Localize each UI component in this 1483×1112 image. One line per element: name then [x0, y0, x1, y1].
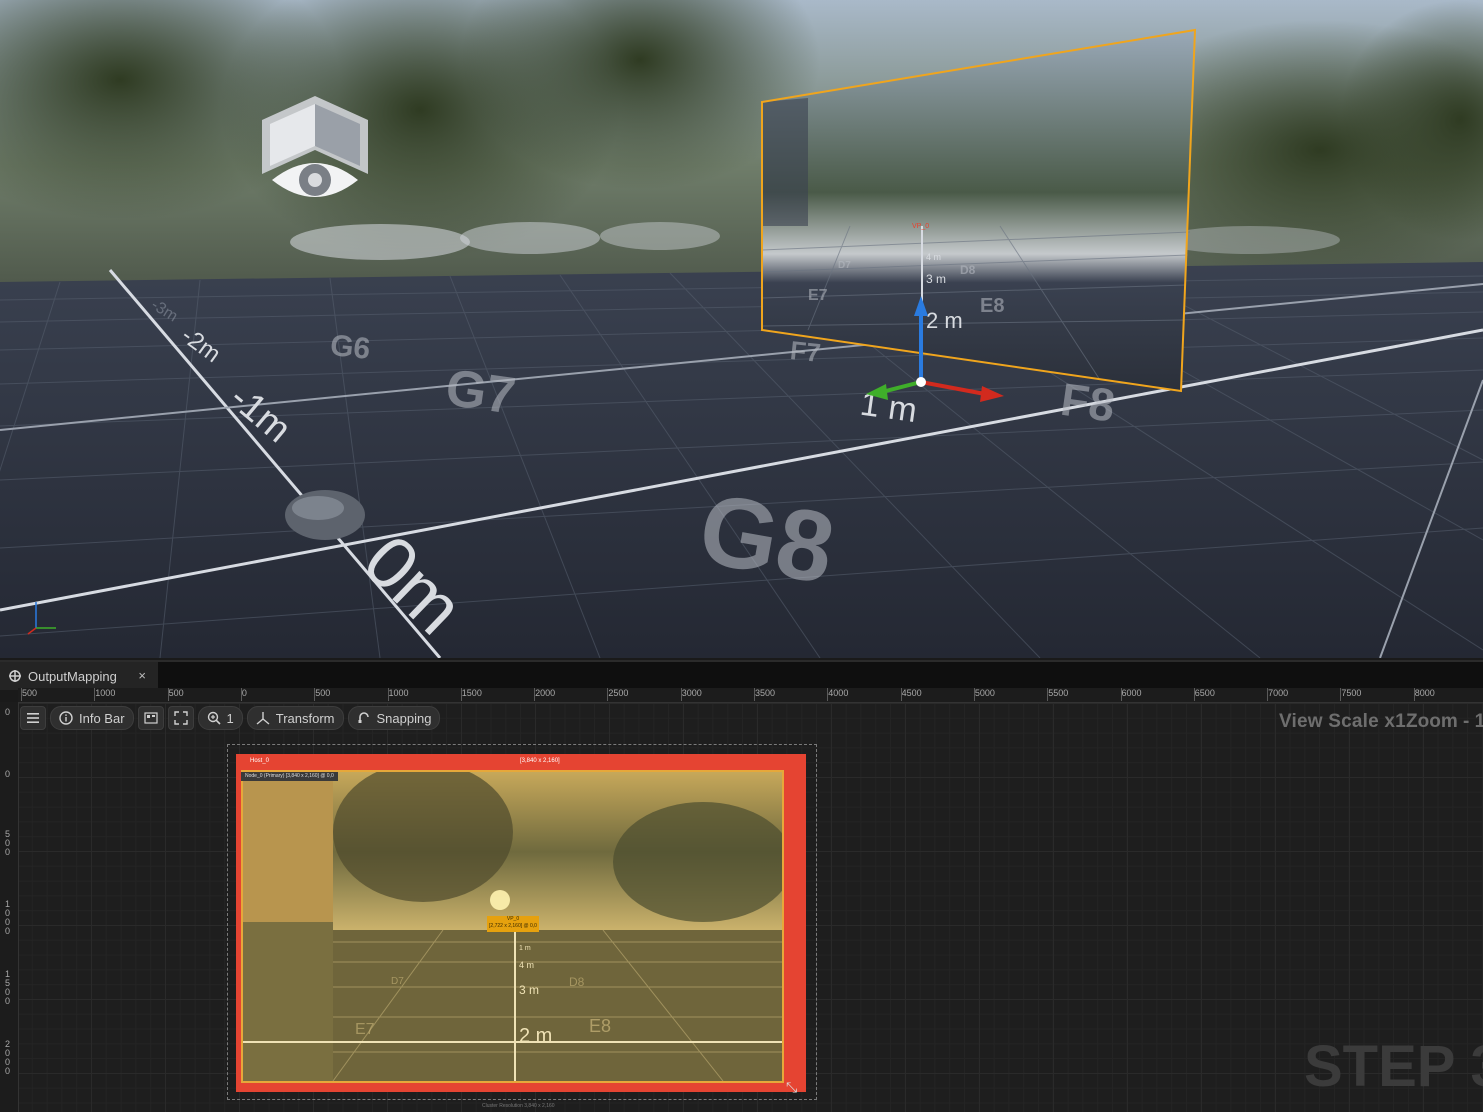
cell-label-g7: G7 — [442, 359, 519, 426]
screen-cell-e8: E8 — [980, 295, 1004, 317]
ruler-h-tick: 6000 — [1120, 688, 1142, 701]
ruler-h-tick: 4500 — [900, 688, 922, 701]
ruler-h-tick: 5500 — [1047, 688, 1069, 701]
viewport-scene: G8 G7 G6 F8 F7 0m -1m -2m -3m 1 m 2 m 3 … — [0, 0, 1483, 658]
screen-label-2m: 2 m — [926, 308, 963, 333]
output-mapping-icon — [9, 670, 21, 682]
zoom-icon — [207, 711, 221, 725]
cell-label-f7: F7 — [789, 335, 822, 368]
resize-handle-icon[interactable]: ⤡ — [786, 1079, 804, 1097]
ruler-v-tick: 2000 — [5, 1039, 11, 1076]
screen-vp-label: VP_0 — [912, 223, 929, 230]
ruler-h-tick: 7000 — [1267, 688, 1289, 701]
cell-label-g8: G8 — [691, 472, 842, 605]
ruler-h-tick: 7500 — [1340, 688, 1362, 701]
screen-cell-d7: D7 — [838, 260, 851, 271]
viewport-badge[interactable]: VP_0 [2,722 x 2,160] @ 0,0 — [487, 916, 539, 932]
ruler-h-tick: 4000 — [827, 688, 849, 701]
preview-label-4m: 4 m — [519, 960, 534, 970]
output-mapping-toolbar: Info Bar 1 Transform Snapping — [20, 706, 441, 730]
screen-label-4m: 4 m — [926, 252, 941, 262]
ruler-h-tick: 2000 — [534, 688, 556, 701]
ruler-h-tick: 1000 — [387, 688, 409, 701]
ruler-h-tick: 500 — [20, 688, 38, 701]
ruler-v-tick: 500 — [5, 829, 11, 857]
node-name: Node_0 (Primary) — [245, 773, 285, 779]
cell-label-g6: G6 — [329, 329, 372, 366]
tab-output-mapping[interactable]: OutputMapping × — [0, 662, 158, 690]
info-bar-button[interactable]: Info Bar — [50, 706, 134, 730]
ruler-h-tick: 500 — [167, 688, 184, 701]
zoom-value: 1 — [226, 710, 234, 726]
ruler-h-tick: 0 — [240, 688, 247, 701]
level-viewport[interactable]: G8 G7 G6 F8 F7 0m -1m -2m -3m 1 m 2 m 3 … — [0, 0, 1483, 658]
preview-cell-d8: D8 — [569, 975, 585, 989]
host-resolution: [3,840 x 2,160] — [520, 758, 560, 764]
preview-label-2m: 2 m — [519, 1025, 552, 1047]
step-label: STEP 3 — [1304, 1034, 1483, 1099]
snapping-label: Snapping — [376, 710, 432, 726]
ruler-h-tick: 5000 — [973, 688, 995, 701]
ruler-h-tick: 8000 — [1413, 688, 1435, 701]
ruler-h-tick: 6500 — [1193, 688, 1215, 701]
ruler-h-tick: 2500 — [607, 688, 629, 701]
hamburger-icon — [27, 713, 39, 723]
transform-label: Transform — [275, 710, 335, 726]
tab-title: OutputMapping — [28, 668, 117, 684]
layout-button[interactable] — [137, 706, 164, 730]
info-icon — [59, 711, 73, 725]
zoom-readout: Zoom - 10 — [1406, 711, 1483, 732]
snapping-icon — [358, 712, 369, 723]
node-resolution: [3,840 x 2,160] @ 0,0 — [285, 773, 334, 779]
preview-cell-d7: D7 — [391, 976, 404, 987]
screen-cell-d8: D8 — [960, 263, 976, 277]
horizontal-ruler: 500 1000 500 0 500 1000 1500 2000 2500 3000 3500 40… — [18, 688, 1483, 703]
host-header: Host_0 [3,840 x 2,160] — [236, 754, 806, 768]
panel-tab-bar: OutputMapping × — [0, 660, 1483, 690]
vertical-ruler: 0 0 500 1000 1500 2000 — [0, 702, 19, 1112]
close-icon[interactable]: × — [138, 668, 146, 683]
preview-cell-e7: E7 — [355, 1021, 375, 1038]
ruler-h-tick: 3500 — [753, 688, 776, 701]
node-label: Node_0 (Primary) [3,840 x 2,160] @ 0,0 — [241, 772, 338, 781]
preview-label-1m: 1 m — [519, 945, 531, 952]
preview-label-3m: 3 m — [519, 983, 539, 997]
snapping-button[interactable]: Snapping — [347, 706, 441, 730]
ruler-v-tick: 0 — [5, 769, 11, 779]
zoom-button[interactable]: 1 — [197, 706, 243, 730]
ruler-h-tick: 3000 — [680, 688, 702, 701]
screen-cell-e7: E7 — [808, 287, 828, 304]
menu-button[interactable] — [20, 706, 46, 730]
fit-view-button[interactable] — [167, 706, 194, 730]
view-scale-readout: View Scale x1 — [1279, 711, 1406, 732]
preview-cell-e8: E8 — [589, 1016, 611, 1036]
transform-icon — [256, 712, 270, 725]
screen-label-3m: 3 m — [926, 272, 946, 286]
ruler-h-tick: 1500 — [460, 688, 482, 701]
fit-view-icon — [173, 711, 188, 725]
transform-button[interactable]: Transform — [246, 706, 344, 730]
host-name: Host_0 — [250, 758, 270, 764]
info-bar-label: Info Bar — [79, 710, 125, 726]
cluster-resolution: Cluster Resolution 3,840 x 2,160 — [482, 1103, 555, 1109]
ruler-v-tick: 1500 — [5, 969, 11, 1006]
cell-label-f8: F8 — [1058, 373, 1118, 432]
ruler-v-tick: 0 — [5, 707, 11, 717]
viewport-badge-name: VP_0 — [506, 916, 520, 922]
layout-icon — [143, 712, 158, 724]
ruler-h-tick: 500 — [314, 688, 331, 701]
viewport-badge-detail: [2,722 x 2,160] @ 0,0 — [489, 923, 537, 929]
ruler-h-tick: 1000 — [94, 688, 116, 701]
ruler-v-tick: 1000 — [5, 899, 11, 936]
